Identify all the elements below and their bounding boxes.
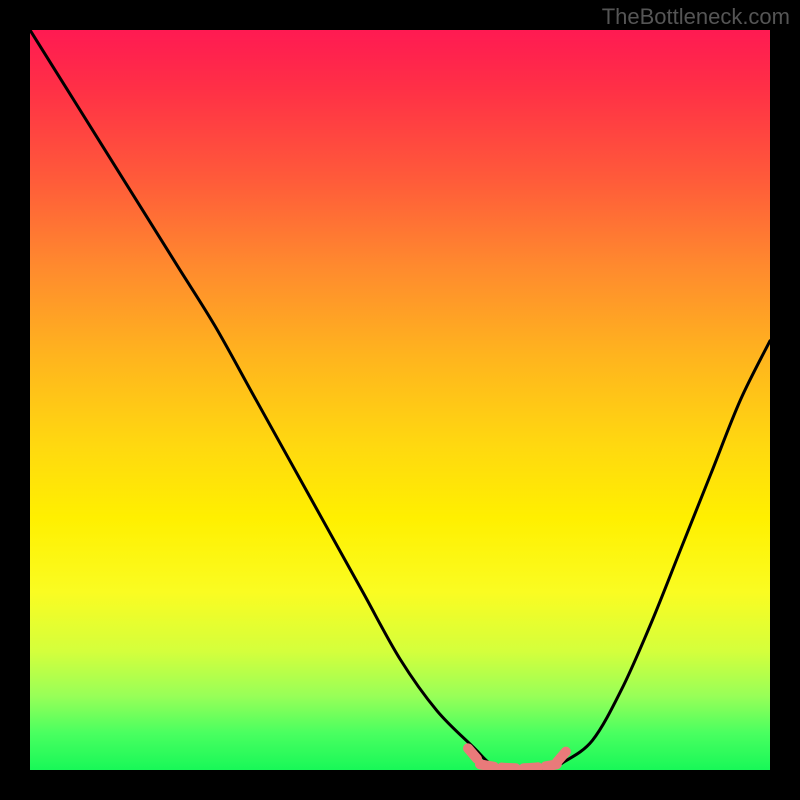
- axis-left-border: [0, 0, 30, 800]
- watermark-text: TheBottleneck.com: [602, 4, 790, 30]
- axis-right-border: [770, 0, 800, 800]
- bottleneck-curve: [30, 30, 770, 770]
- chart-plot-area: [30, 30, 770, 770]
- chart-svg: [30, 30, 770, 770]
- axis-bottom-border: [0, 770, 800, 800]
